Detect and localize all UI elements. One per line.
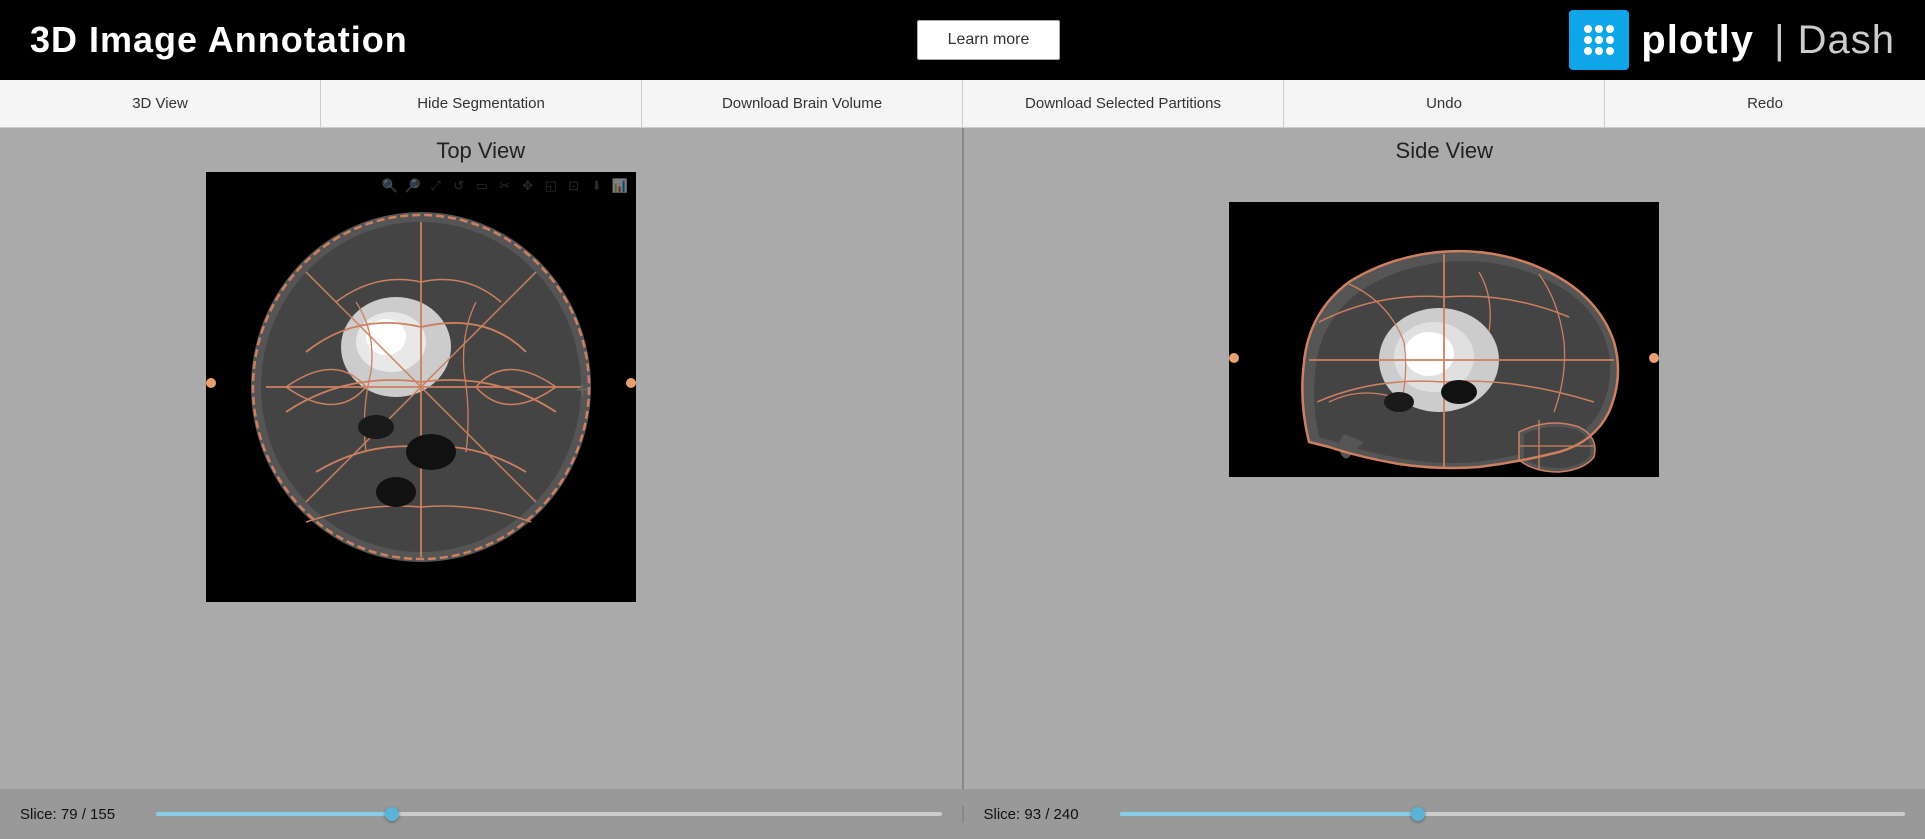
top-plot-container: 🔍 🔎 ⤢ ↺ ▭ ✂ ✥ ◱ ⊡ ⬇ 📊 [326, 172, 636, 602]
top-slice-slider[interactable] [156, 812, 942, 816]
top-view-panel: Top View 🔍 🔎 ⤢ ↺ ▭ ✂ ✥ ◱ ⊡ ⬇ 📊 [0, 128, 964, 789]
top-brain-svg: + [206, 172, 636, 602]
download-selected-partitions-button[interactable]: Download Selected Partitions [963, 80, 1284, 127]
pan-icon[interactable]: ✥ [518, 176, 538, 196]
draw-rect-icon[interactable]: ▭ [472, 176, 492, 196]
plot-toolbar-top: 🔍 🔎 ⤢ ↺ ▭ ✂ ✥ ◱ ⊡ ⬇ 📊 [380, 176, 630, 196]
select-icon[interactable]: ◱ [541, 176, 561, 196]
bottom-bar: Slice: 79 / 155 Slice: 93 / 240 [0, 789, 1925, 839]
plotly-logo: plotly | Dash [1569, 10, 1895, 70]
redo-button[interactable]: Redo [1605, 80, 1925, 127]
top-slice-label: Slice: 79 / 155 [20, 806, 140, 823]
autoscale-icon[interactable]: ⤢ [426, 176, 446, 196]
learn-more-button[interactable]: Learn more [917, 20, 1061, 60]
download-brain-volume-button[interactable]: Download Brain Volume [642, 80, 963, 127]
top-slice-panel: Slice: 79 / 155 [0, 806, 964, 823]
side-slice-label: Slice: 93 / 240 [984, 806, 1104, 823]
hide-segmentation-button[interactable]: Hide Segmentation [321, 80, 642, 127]
app-title: 3D Image Annotation [30, 19, 408, 61]
top-slice-track [156, 812, 392, 816]
reset-icon[interactable]: ↺ [449, 176, 469, 196]
side-slice-panel: Slice: 93 / 240 [964, 806, 1925, 823]
header: 3D Image Annotation Learn more plotly | … [0, 0, 1925, 80]
plotly-word: plotly [1641, 18, 1754, 62]
side-view-title: Side View [1396, 138, 1493, 164]
top-view-plot[interactable]: + [206, 172, 636, 602]
bar-chart-icon[interactable]: 📊 [610, 176, 630, 196]
side-slice-slider[interactable] [1120, 812, 1906, 816]
side-view-panel: Side View [964, 128, 1925, 789]
side-slice-track [1120, 812, 1418, 816]
main-content: Top View 🔍 🔎 ⤢ ↺ ▭ ✂ ✥ ◱ ⊡ ⬇ 📊 [0, 128, 1925, 789]
top-view-title: Top View [436, 138, 525, 164]
erase-icon[interactable]: ✂ [495, 176, 515, 196]
plotly-icon-svg [1577, 18, 1621, 62]
side-brain-svg [1229, 202, 1659, 477]
plotly-icon [1569, 10, 1629, 70]
download-icon[interactable]: ⬇ [587, 176, 607, 196]
undo-button[interactable]: Undo [1284, 80, 1605, 127]
zoom-in-icon[interactable]: 🔍 [380, 176, 400, 196]
side-slice-thumb[interactable] [1411, 807, 1425, 821]
side-view-plot[interactable] [1229, 202, 1659, 477]
zoom-out-icon[interactable]: 🔎 [403, 176, 423, 196]
toolbar: 3D View Hide Segmentation Download Brain… [0, 80, 1925, 128]
svg-text:+: + [576, 377, 589, 402]
3d-view-button[interactable]: 3D View [0, 80, 321, 127]
lasso-icon[interactable]: ⊡ [564, 176, 584, 196]
top-slice-thumb[interactable] [385, 807, 399, 821]
plotly-text: plotly | Dash [1641, 18, 1895, 63]
dash-word: | Dash [1774, 18, 1895, 62]
side-plot-container [1229, 202, 1659, 477]
